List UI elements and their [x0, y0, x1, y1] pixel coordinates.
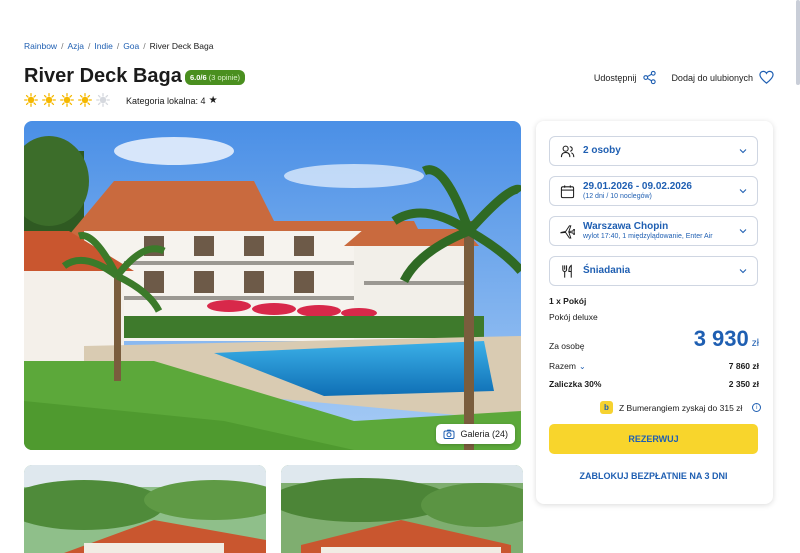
- total-value: 7 860 zł: [728, 361, 759, 371]
- sun-filled-icon: [24, 93, 38, 107]
- per-person-price-value: 3 930: [693, 326, 749, 351]
- share-icon: [642, 70, 657, 85]
- chevron-down-icon: [739, 227, 747, 235]
- deposit-label: Zaliczka 30%: [549, 379, 602, 389]
- favorite-button[interactable]: Dodaj do ulubionych: [671, 70, 774, 85]
- local-category-label: Kategoria lokalna: 4: [126, 95, 206, 106]
- persons-value: 2 osoby: [583, 144, 621, 156]
- local-category: Kategoria lokalna: 4 ★: [126, 95, 218, 106]
- departure-selector[interactable]: Warszawa Chopin wylot 17:40, 1 międzyląd…: [549, 216, 758, 246]
- deposit-value: 2 350 zł: [728, 379, 759, 389]
- page-scrollbar[interactable]: [796, 0, 800, 85]
- per-person-price: 3 930 zł: [694, 326, 759, 352]
- gallery-button[interactable]: Galeria (24): [436, 424, 515, 444]
- chevron-down-icon: [739, 187, 747, 195]
- sun-rating: [24, 93, 110, 107]
- gallery-label: Galeria (24): [460, 429, 508, 439]
- dates-value: 29.01.2026 - 09.02.2026: [583, 181, 692, 193]
- sun-empty-icon: [96, 93, 110, 107]
- board-selector[interactable]: Śniadania: [549, 256, 758, 286]
- breadcrumb-link-indie[interactable]: Indie: [94, 41, 112, 51]
- heart-icon: [759, 70, 774, 85]
- chevron-down-icon: [739, 267, 747, 275]
- breadcrumb-separator: /: [116, 41, 120, 51]
- bumerang-logo-icon: b: [600, 401, 613, 414]
- header-actions: Udostępnij Dodaj do ulubionych: [594, 70, 774, 85]
- info-icon[interactable]: i: [752, 403, 762, 412]
- chevron-down-icon: ⌄: [578, 362, 586, 371]
- breadcrumb-separator: /: [88, 41, 91, 51]
- breadcrumb: Rainbow / Azja / Indie / Goa / River Deck Baga: [24, 41, 213, 51]
- breadcrumb-current: River Deck Baga: [149, 41, 214, 51]
- bumerang-text: Z Bumerangiem zyskaj do 315 zł: [619, 402, 743, 413]
- rooms-label: 1 x Pokój: [549, 296, 587, 306]
- breadcrumb-link-azja[interactable]: Azja: [67, 41, 84, 51]
- breadcrumb-link-rainbow[interactable]: Rainbow: [24, 41, 57, 51]
- breadcrumb-separator: /: [143, 41, 146, 51]
- sun-filled-icon: [42, 93, 56, 107]
- currency: zł: [751, 338, 759, 349]
- calendar-icon: [560, 184, 575, 199]
- share-label: Udostępnij: [593, 72, 637, 83]
- rating-count: (3 opinie): [208, 73, 241, 82]
- departure-value: Warszawa Chopin: [583, 221, 669, 233]
- hotel-title: River Deck Baga: [24, 65, 182, 87]
- camera-icon: [443, 428, 455, 440]
- cutlery-icon: [560, 264, 575, 279]
- breadcrumb-separator: /: [61, 41, 64, 51]
- dates-subtext: (12 dni / 10 noclegów): [583, 192, 652, 200]
- rating-score: 6.0/6: [190, 73, 207, 82]
- share-button[interactable]: Udostępnij: [594, 70, 658, 85]
- per-person-label: Za osobę: [549, 341, 585, 351]
- total-toggle[interactable]: Razem ⌄: [549, 361, 586, 371]
- breadcrumb-link-goa[interactable]: Goa: [123, 41, 139, 51]
- booking-panel: 2 osoby 29.01.2026 - 09.02.2026 (12 dni …: [536, 121, 773, 504]
- chevron-down-icon: [739, 147, 747, 155]
- departure-subtext: wylot 17:40, 1 międzylądowanie, Enter Ai…: [583, 232, 713, 240]
- sun-filled-icon: [60, 93, 74, 107]
- gallery-thumbnail[interactable]: [24, 465, 266, 553]
- persons-selector[interactable]: 2 osoby: [549, 136, 758, 166]
- room-type: Pokój deluxe: [549, 312, 598, 322]
- dates-selector[interactable]: 29.01.2026 - 09.02.2026 (12 dni / 10 noc…: [549, 176, 758, 206]
- block-free-button[interactable]: ZABLOKUJ BEZPŁATNIE NA 3 DNI: [549, 466, 758, 486]
- gallery-thumbnail[interactable]: [281, 465, 523, 553]
- rating-badge[interactable]: 6.0/6 (3 opinie): [185, 70, 246, 85]
- plane-icon: [560, 224, 575, 239]
- reserve-button[interactable]: REZERWUJ: [549, 424, 758, 454]
- board-value: Śniadania: [583, 264, 631, 276]
- favorite-label: Dodaj do ulubionych: [671, 72, 753, 83]
- main-hotel-photo[interactable]: Galeria (24): [24, 121, 521, 450]
- total-label: Razem: [549, 361, 576, 371]
- star-icon: ★: [208, 95, 218, 106]
- sun-filled-icon: [78, 93, 92, 107]
- bumerang-info: b Z Bumerangiem zyskaj do 315 zł i: [600, 401, 762, 414]
- persons-icon: [560, 144, 575, 159]
